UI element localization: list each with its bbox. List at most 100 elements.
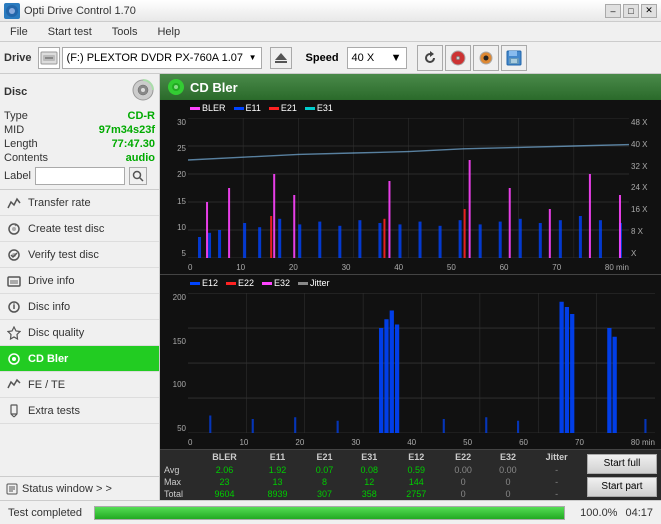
total-e31: 358 — [347, 488, 392, 500]
close-button[interactable]: ✕ — [641, 4, 657, 18]
table-row-max: Max 23 13 8 12 144 0 0 - — [160, 476, 583, 488]
menu-help[interactable]: Help — [151, 24, 186, 40]
write-button[interactable] — [473, 45, 499, 71]
menu-bar: File Start test Tools Help — [0, 22, 661, 42]
nav-drive-info[interactable]: Drive info — [0, 268, 159, 294]
window-controls: – □ ✕ — [605, 4, 657, 18]
mid-label: MID — [4, 124, 24, 136]
total-jitter: - — [530, 488, 583, 500]
bler-legend-color — [190, 107, 200, 110]
drive-select: (F:) PLEXTOR DVDR PX-760A 1.07 ▼ — [38, 47, 262, 69]
length-value: 77:47.30 — [112, 138, 155, 150]
e32-legend-label: E32 — [274, 278, 290, 288]
col-header-empty — [160, 450, 196, 464]
data-table: BLER E11 E21 E31 E12 E22 E32 Jitter Avg — [160, 450, 583, 500]
disc-info-icon — [6, 299, 22, 315]
drive-disc-icon — [38, 47, 60, 69]
contents-value: audio — [126, 152, 155, 164]
speed-dropdown[interactable]: 40 X ▼ — [347, 47, 407, 69]
top-chart-svg — [188, 118, 629, 258]
bler-legend-label: BLER — [202, 103, 226, 113]
minimize-button[interactable]: – — [605, 4, 621, 18]
jitter-legend-color — [298, 282, 308, 285]
app-icon — [4, 3, 20, 19]
drive-label: Drive — [4, 52, 32, 64]
nav-verify-test-disc[interactable]: Verify test disc — [0, 242, 159, 268]
label-search-button[interactable] — [129, 167, 147, 185]
refresh-button[interactable] — [417, 45, 443, 71]
nav-drive-info-label: Drive info — [28, 275, 74, 287]
avg-e32: 0.00 — [486, 464, 531, 476]
total-e21: 307 — [302, 488, 347, 500]
nav-extra-tests-label: Extra tests — [28, 405, 80, 417]
nav-verify-test-disc-label: Verify test disc — [28, 249, 99, 261]
drive-info-icon — [6, 273, 22, 289]
toolbar-buttons — [417, 45, 527, 71]
nav-disc-info[interactable]: Disc info — [0, 294, 159, 320]
total-e22: 0 — [441, 488, 486, 500]
avg-jitter: - — [530, 464, 583, 476]
top-chart-y-axis-left: 30 25 20 15 10 5 — [162, 118, 186, 258]
col-header-jitter: Jitter — [530, 450, 583, 464]
progress-bar-container — [94, 506, 565, 520]
avg-label: Avg — [160, 464, 196, 476]
col-header-e31: E31 — [347, 450, 392, 464]
top-chart-x-axis: 0 10 20 30 40 50 60 70 80 min — [188, 263, 629, 272]
nav-disc-info-label: Disc info — [28, 301, 70, 313]
status-window-button[interactable]: Status window > > — [0, 476, 159, 500]
elapsed-time: 04:17 — [625, 507, 653, 519]
col-header-e12: E12 — [392, 450, 441, 464]
total-e11: 8939 — [253, 488, 302, 500]
nav-fe-te-label: FE / TE — [28, 379, 65, 391]
avg-e21: 0.07 — [302, 464, 347, 476]
dropdown-arrow-icon: ▼ — [249, 53, 257, 62]
start-buttons: Start full Start part — [583, 450, 661, 500]
nav-transfer-rate-label: Transfer rate — [28, 197, 91, 209]
status-text: Test completed — [8, 507, 82, 519]
menu-start-test[interactable]: Start test — [42, 24, 98, 40]
avg-e11: 1.92 — [253, 464, 302, 476]
menu-file[interactable]: File — [4, 24, 34, 40]
nav-disc-quality[interactable]: Disc quality — [0, 320, 159, 346]
label-input[interactable] — [35, 167, 125, 185]
avg-bler: 2.06 — [196, 464, 253, 476]
max-e22: 0 — [441, 476, 486, 488]
nav-create-test-disc-label: Create test disc — [28, 223, 104, 235]
nav-transfer-rate[interactable]: Transfer rate — [0, 190, 159, 216]
disc-icon — [131, 78, 155, 105]
total-e12: 2757 — [392, 488, 441, 500]
start-part-button[interactable]: Start part — [587, 477, 657, 497]
max-e31: 12 — [347, 476, 392, 488]
data-table-wrapper: BLER E11 E21 E31 E12 E22 E32 Jitter Avg — [160, 450, 583, 500]
save-button[interactable] — [501, 45, 527, 71]
start-full-button[interactable]: Start full — [587, 454, 657, 474]
nav-extra-tests[interactable]: Extra tests — [0, 398, 159, 424]
extra-tests-icon — [6, 403, 22, 419]
bottom-chart-x-axis: 0 10 20 30 40 50 60 70 80 min — [188, 438, 655, 447]
menu-tools[interactable]: Tools — [106, 24, 144, 40]
max-e32: 0 — [486, 476, 531, 488]
max-jitter: - — [530, 476, 583, 488]
drive-dropdown[interactable]: (F:) PLEXTOR DVDR PX-760A 1.07 ▼ — [62, 47, 262, 69]
nav-fe-te[interactable]: FE / TE — [0, 372, 159, 398]
eject-button[interactable] — [270, 47, 292, 69]
length-label: Length — [4, 138, 38, 150]
total-label: Total — [160, 488, 196, 500]
total-bler: 9604 — [196, 488, 253, 500]
cd-icon-button[interactable] — [445, 45, 471, 71]
col-header-e32: E32 — [486, 450, 531, 464]
max-e11: 13 — [253, 476, 302, 488]
nav-create-test-disc[interactable]: Create test disc — [0, 216, 159, 242]
col-header-e21: E21 — [302, 450, 347, 464]
avg-e22: 0.00 — [441, 464, 486, 476]
jitter-legend-label: Jitter — [310, 278, 330, 288]
e22-legend-color — [226, 282, 236, 285]
verify-test-disc-icon — [6, 247, 22, 263]
e31-legend-color — [305, 107, 315, 110]
speed-arrow-icon: ▼ — [391, 52, 402, 64]
status-bar: Test completed 100.0% 04:17 — [0, 500, 661, 524]
maximize-button[interactable]: □ — [623, 4, 639, 18]
status-window-label: Status window > > — [22, 483, 112, 495]
app-title: Opti Drive Control 1.70 — [24, 5, 136, 17]
nav-cd-bler[interactable]: CD Bler — [0, 346, 159, 372]
